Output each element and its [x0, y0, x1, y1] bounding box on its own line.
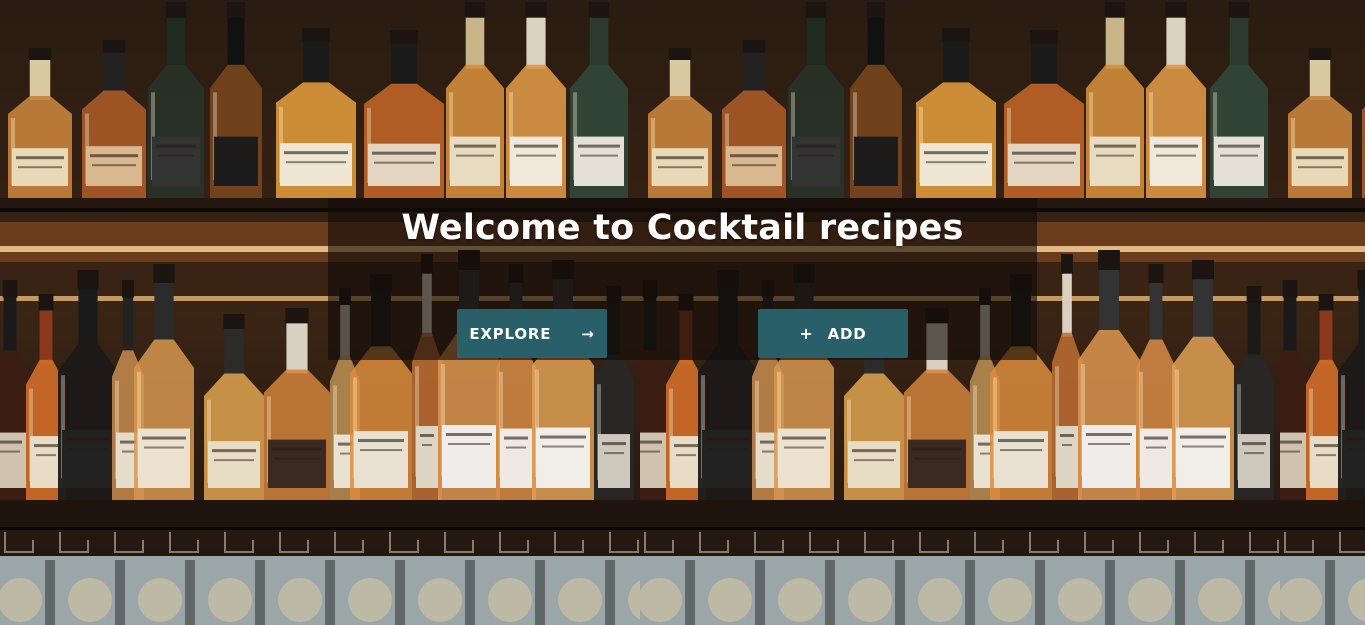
page-title: Welcome to Cocktail recipes	[401, 208, 964, 248]
add-button-label: ADD	[827, 324, 867, 343]
explore-button-label: EXPLORE	[469, 324, 552, 343]
hero-banner: Welcome to Cocktail recipes EXPLORE → + …	[328, 198, 1037, 360]
background-tile	[1280, 0, 1365, 625]
arrow-right-icon: →	[581, 324, 595, 343]
plus-icon: +	[799, 324, 814, 343]
add-button[interactable]: + ADD	[758, 309, 908, 358]
bar-shelves-illustration	[1280, 0, 1365, 625]
explore-button[interactable]: EXPLORE →	[457, 309, 607, 358]
